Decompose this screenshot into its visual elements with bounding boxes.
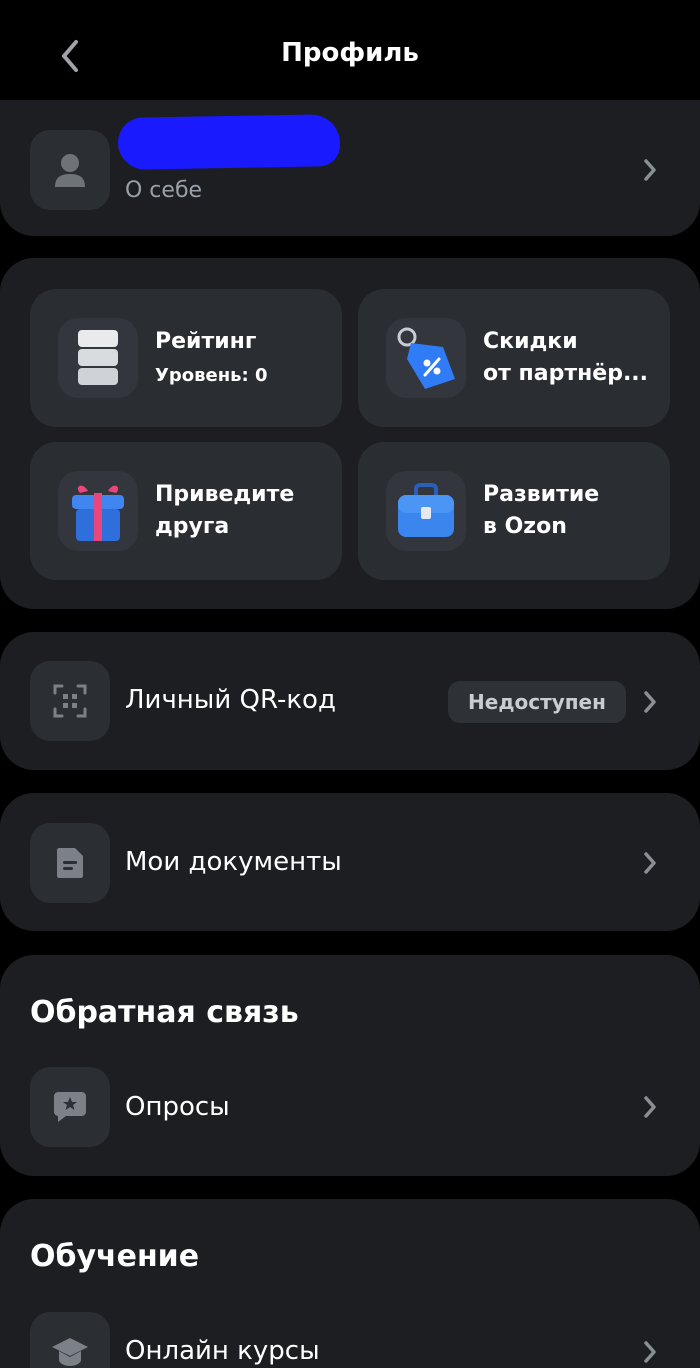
documents-icon-box bbox=[30, 823, 110, 903]
documents-chevron bbox=[638, 851, 662, 875]
chat-star-icon bbox=[54, 1092, 86, 1122]
profile-chevron[interactable] bbox=[638, 158, 662, 182]
redacted-name bbox=[117, 114, 341, 170]
courses-label[interactable]: Онлайн курсы bbox=[125, 1336, 320, 1366]
documents-label: Мои документы bbox=[125, 847, 342, 877]
qr-icon-box bbox=[30, 661, 110, 741]
discount-tag-icon bbox=[386, 318, 466, 398]
tile-discounts-line2: от партнёр... bbox=[483, 361, 649, 386]
education-section-title: Обучение bbox=[30, 1239, 200, 1274]
status-badge: Недоступен bbox=[448, 681, 626, 723]
graduation-cap-icon bbox=[52, 1338, 88, 1366]
tile-invite-friend[interactable]: Приведите друга bbox=[30, 442, 342, 580]
chevron-right-icon bbox=[644, 1096, 656, 1118]
tile-rating-title: Рейтинг bbox=[155, 329, 257, 354]
courses-chevron[interactable] bbox=[638, 1340, 662, 1364]
page-title: Профиль bbox=[281, 38, 419, 68]
tile-rating[interactable]: Рейтинг Уровень: 0 bbox=[30, 289, 342, 427]
tile-discounts-line1: Скидки bbox=[483, 329, 578, 354]
tile-invite-line1: Приведите bbox=[155, 482, 295, 507]
courses-icon-box bbox=[30, 1312, 110, 1368]
qr-code-icon bbox=[53, 684, 87, 718]
tile-discounts[interactable]: Скидки от партнёр... bbox=[358, 289, 670, 427]
tile-rating-level: Уровень: 0 bbox=[155, 365, 268, 386]
feedback-section-title: Обратная связь bbox=[30, 995, 299, 1030]
briefcase-icon bbox=[386, 471, 466, 551]
tile-development-line2: в Ozon bbox=[483, 514, 567, 539]
avatar bbox=[30, 130, 110, 210]
chevron-right-icon bbox=[644, 159, 656, 181]
tile-development-line1: Развитие bbox=[483, 482, 600, 507]
document-icon bbox=[57, 848, 83, 878]
chevron-right-icon bbox=[644, 1341, 656, 1363]
gift-icon bbox=[58, 471, 138, 551]
top-bar: Профиль bbox=[0, 0, 700, 112]
user-icon bbox=[55, 154, 85, 187]
qr-chevron bbox=[638, 690, 662, 714]
tile-development[interactable]: Развитие в Ozon bbox=[358, 442, 670, 580]
qr-code-label: Личный QR-код bbox=[125, 685, 336, 715]
rating-stack-icon bbox=[58, 318, 138, 398]
surveys-icon-box bbox=[30, 1067, 110, 1147]
surveys-chevron[interactable] bbox=[638, 1095, 662, 1119]
feedback-section bbox=[0, 955, 700, 1176]
surveys-label[interactable]: Опросы bbox=[125, 1092, 230, 1122]
chevron-right-icon bbox=[644, 852, 656, 874]
about-label: О себе bbox=[125, 178, 203, 203]
chevron-right-icon bbox=[644, 691, 656, 713]
tile-invite-line2: друга bbox=[155, 514, 230, 539]
